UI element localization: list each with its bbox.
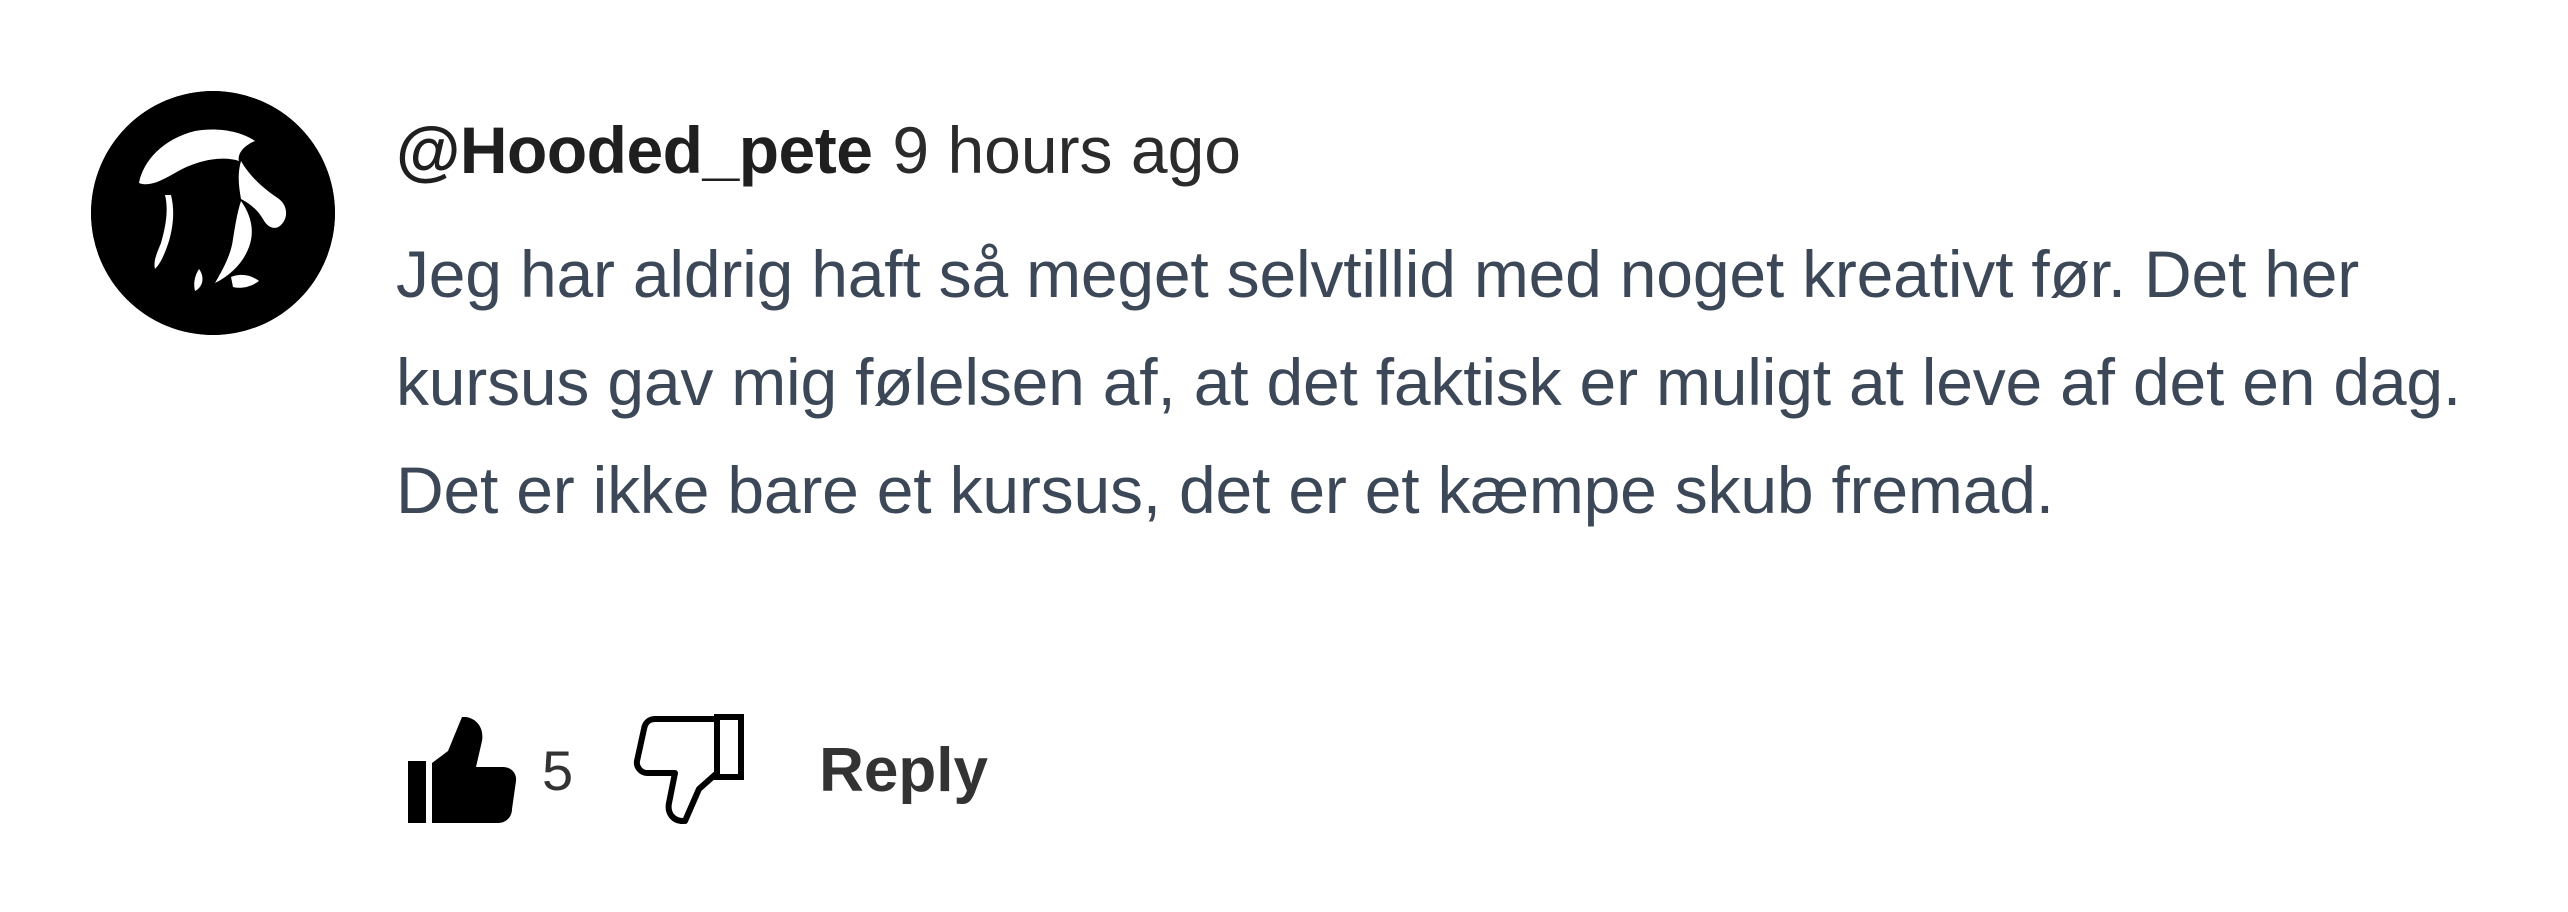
comment-item: @Hooded_pete 9 hours ago Jeg har aldrig …: [0, 0, 2568, 912]
author-name[interactable]: @Hooded_pete: [396, 112, 873, 188]
comment-meta: @Hooded_pete 9 hours ago: [396, 112, 2516, 202]
thumbs-down-icon: [634, 714, 745, 824]
hooded-figure-icon: [91, 91, 335, 335]
thumbs-up-icon: [408, 717, 517, 823]
comment-body: @Hooded_pete 9 hours ago Jeg har aldrig …: [396, 112, 2516, 544]
avatar[interactable]: [91, 91, 335, 335]
like-count: 5: [542, 738, 574, 802]
comment-actions: 5 Reply: [396, 700, 988, 840]
comment-timestamp[interactable]: 9 hours ago: [892, 112, 1241, 188]
like-button[interactable]: [396, 705, 526, 835]
comment-text: Jeg har aldrig haft så meget selvtillid …: [396, 237, 2462, 527]
dislike-button[interactable]: [627, 705, 757, 835]
reply-button[interactable]: Reply: [819, 735, 988, 806]
